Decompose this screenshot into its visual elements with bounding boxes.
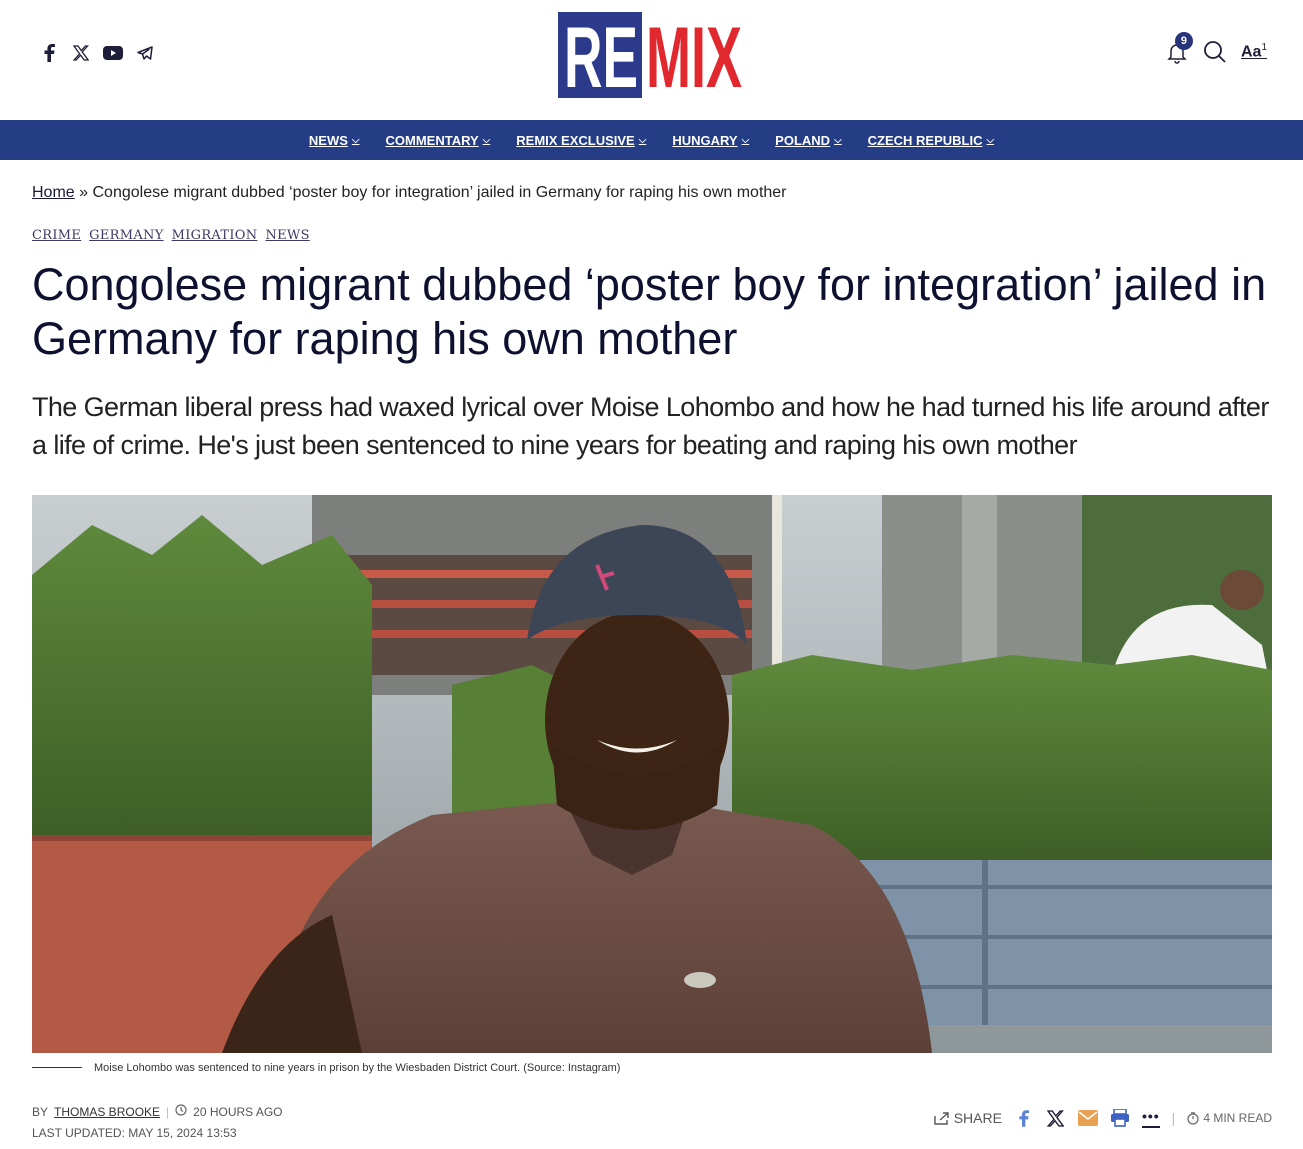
category-tag-migration[interactable]: MIGRATION [172, 228, 258, 243]
share-label: SHARE [953, 1110, 1002, 1126]
article-title: Congolese migrant dubbed ‘poster boy for… [32, 259, 1267, 364]
nav-item-poland[interactable]: POLAND ⌵ [775, 133, 841, 148]
logo-mix: MIX [646, 12, 742, 98]
share-x-icon[interactable] [1046, 1108, 1066, 1128]
header-tools: 9 Aa1 [1165, 32, 1267, 64]
x-twitter-icon[interactable] [70, 42, 92, 64]
breadcrumb: Home » Congolese migrant dubbed ‘poster … [32, 184, 787, 202]
main-nav: NEWS ⌵ COMMENTARY ⌵ REMIX EXCLUSIVE ⌵ HUNGA… [0, 120, 1303, 160]
nav-item-czech-republic[interactable]: CZECH REPUBLIC ⌵ [868, 133, 994, 148]
font-size-toggle[interactable]: Aa1 [1241, 42, 1267, 61]
share-separator: | [1171, 1110, 1176, 1126]
category-tag-germany[interactable]: GERMANY [89, 228, 163, 243]
read-time-label: 4 MIN READ [1203, 1111, 1272, 1125]
caption-divider [32, 1067, 82, 1068]
social-links [38, 42, 156, 64]
article-subtitle: The German liberal press had waxed lyric… [32, 392, 1269, 460]
last-updated: LAST UPDATED: MAY 15, 2024 13:53 [32, 1126, 237, 1140]
nav-label: HUNGARY [672, 132, 738, 148]
font-size-label: Aa [1240, 43, 1262, 61]
site-logo[interactable]: RE MIX [558, 12, 745, 98]
share-button[interactable]: SHARE [934, 1110, 1002, 1126]
article-hero-image [32, 495, 1272, 1053]
category-tags: CRIME GERMANY MIGRATION NEWS [32, 228, 310, 243]
breadcrumb-home[interactable]: Home [32, 184, 75, 201]
share-icon [934, 1112, 949, 1125]
youtube-icon[interactable] [102, 42, 124, 64]
breadcrumb-current: Congolese migrant dubbed ‘poster boy for… [92, 184, 787, 201]
publish-time: 20 HOURS AGO [193, 1104, 283, 1119]
facebook-icon[interactable] [38, 42, 60, 64]
category-tag-news[interactable]: NEWS [265, 228, 309, 243]
timer-icon [1187, 1111, 1199, 1125]
breadcrumb-separator: » [79, 184, 89, 201]
share-bar: SHARE ••• | 4 MIN READ [934, 1108, 1272, 1128]
nav-item-news[interactable]: NEWS ⌵ [309, 133, 360, 148]
article-byline: BY THOMAS BROOKE | 20 HOURS AGO [32, 1104, 283, 1119]
share-email-icon[interactable] [1077, 1108, 1098, 1128]
chevron-down-icon: ⌵ [741, 134, 750, 146]
chevron-down-icon: ⌵ [834, 134, 842, 146]
more-share-options-button[interactable]: ••• [1141, 1108, 1160, 1128]
byline-prefix: BY [32, 1104, 49, 1119]
chevron-down-icon: ⌵ [986, 134, 995, 146]
print-icon[interactable] [1110, 1108, 1130, 1128]
search-icon[interactable] [1203, 40, 1227, 64]
read-time: 4 MIN READ [1187, 1111, 1272, 1125]
telegram-icon[interactable] [134, 42, 156, 64]
nav-item-remix-exclusive[interactable]: REMIX EXCLUSIVE ⌵ [516, 133, 646, 148]
site-header: RE MIX 9 Aa1 [0, 0, 1303, 120]
share-facebook-icon[interactable] [1014, 1108, 1034, 1128]
author-link[interactable]: THOMAS BROOKE [54, 1105, 160, 1119]
chevron-down-icon: ⌵ [482, 134, 491, 146]
nav-item-commentary[interactable]: COMMENTARY ⌵ [386, 133, 491, 148]
notification-badge: 9 [1174, 32, 1193, 50]
chevron-down-icon: ⌵ [638, 134, 647, 146]
nav-label: NEWS [308, 132, 348, 148]
logo-re: RE [564, 12, 638, 98]
font-size-sup: 1 [1261, 42, 1267, 54]
notification-bell[interactable]: 9 [1165, 32, 1193, 64]
nav-label: POLAND [775, 132, 831, 148]
category-tag-crime[interactable]: CRIME [32, 228, 81, 243]
clock-icon [175, 1104, 187, 1119]
chevron-down-icon: ⌵ [351, 134, 360, 146]
byline-separator: | [166, 1104, 170, 1119]
nav-label: CZECH REPUBLIC [867, 132, 983, 148]
logo-graphic: RE MIX [558, 12, 745, 98]
nav-label: REMIX EXCLUSIVE [516, 132, 635, 148]
nav-item-hungary[interactable]: HUNGARY ⌵ [672, 133, 749, 148]
image-caption: Moise Lohombo was sentenced to nine year… [94, 1062, 621, 1074]
hero-photo-illustration [32, 495, 1272, 1053]
nav-label: COMMENTARY [385, 132, 479, 148]
